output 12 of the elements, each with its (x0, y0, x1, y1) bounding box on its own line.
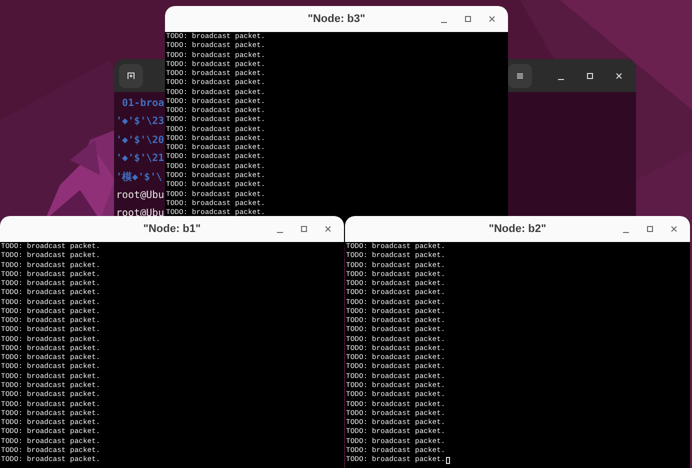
terminal-line: '◆'$'\21 (116, 152, 164, 166)
window-title: "Node: b1" (143, 223, 201, 235)
terminal-line: '模◆'$'\ (116, 170, 162, 185)
menu-icon[interactable] (508, 64, 532, 88)
new-tab-icon[interactable] (119, 64, 143, 88)
terminal-line: '◆'$'\23 (116, 115, 164, 130)
terminal-line: '◆'$'\20 (116, 134, 164, 148)
terminal-line: root@Ubu (116, 207, 164, 222)
terminal-line: 01-broa (121, 97, 164, 111)
window-title: "Node: b2" (488, 223, 546, 235)
window-title: "Node: b3" (308, 13, 366, 25)
terminal-line: root@Ubu (116, 188, 164, 203)
